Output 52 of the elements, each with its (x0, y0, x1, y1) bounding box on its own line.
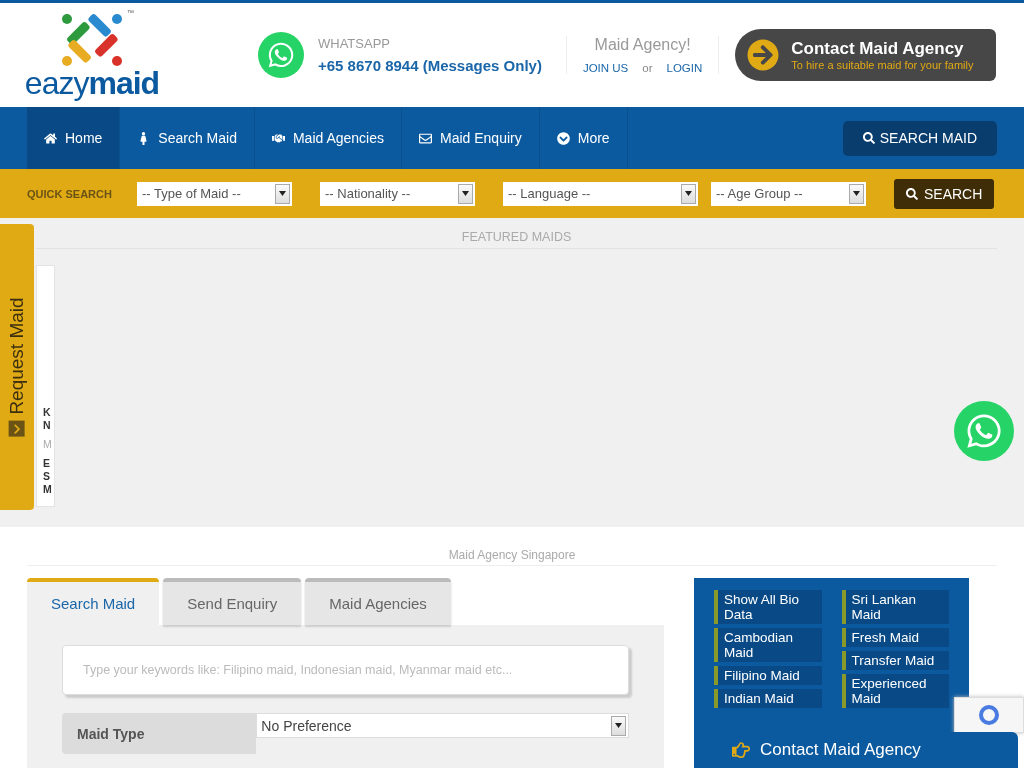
whatsapp-number: +65 8670 8944 (Messages Only) (318, 57, 542, 74)
request-maid-tab[interactable]: Request Maid (0, 224, 34, 510)
section-title: Maid Agency Singapore (448, 548, 576, 562)
tab[interactable]: Maid Agencies (305, 578, 451, 625)
keyword-field[interactable]: Type your keywords like: Filipino maid, Indonesian maid, Myanmar maid etc... (62, 645, 629, 695)
category-link[interactable]: Experienced Maid (841, 674, 949, 708)
select-field[interactable]: -- Nationality -- (320, 181, 475, 206)
caret-icon (279, 191, 286, 196)
login-link[interactable]: LOGIN (666, 62, 703, 74)
card-text: K (43, 406, 52, 419)
select-field[interactable]: -- Type of Maid -- (137, 181, 292, 206)
join-link[interactable]: JOIN US (582, 62, 629, 74)
search-icon (906, 187, 918, 200)
search-maid-button[interactable]: SEARCH MAID (842, 120, 997, 156)
whatsapp-label: WHATSAPP (318, 36, 391, 51)
caret-icon (685, 191, 692, 196)
tab[interactable]: Send Enquiry (163, 578, 302, 625)
field-label: Maid Type (62, 713, 257, 754)
chevron-icon (9, 420, 25, 437)
caret-icon (462, 191, 469, 196)
recaptcha-icon (978, 704, 1000, 726)
card-text: M (43, 438, 53, 451)
caret-icon (853, 191, 860, 196)
card-text: N (43, 419, 52, 432)
select-field[interactable]: -- Age Group -- (711, 181, 866, 206)
logo-text: eazymaid (24, 67, 160, 99)
home-icon (44, 131, 57, 145)
arrow-icon (747, 39, 780, 71)
section-title: FEATURED MAIDS (461, 230, 572, 244)
select-field[interactable]: -- Language -- (503, 181, 698, 206)
maid-type-select[interactable]: No Preference (256, 713, 629, 738)
card-text: S (43, 470, 51, 483)
category-link[interactable]: Filipino Maid (714, 666, 822, 685)
caret-icon (615, 723, 622, 728)
nav-item[interactable]: Home (27, 107, 121, 169)
account-title: Maid Agency! (594, 36, 691, 54)
card-text: E (43, 457, 51, 470)
category-link[interactable]: Indian Maid (714, 689, 822, 708)
card-text: M (43, 483, 53, 496)
maid-card[interactable]: K N M E S M (36, 265, 55, 507)
search-icon (862, 132, 875, 144)
or-text: or (642, 62, 653, 74)
category-link[interactable]: Fresh Maid (841, 628, 949, 647)
category-link[interactable]: Show All Bio Data (714, 590, 822, 624)
category-link[interactable]: Transfer Maid (841, 651, 949, 670)
category-link[interactable]: Cambodian Maid (714, 628, 822, 662)
quick-search-label: QUICK SEARCH (27, 187, 113, 200)
tab[interactable]: Search Maid (27, 578, 160, 625)
category-link[interactable]: Sri Lankan Maid (841, 590, 949, 624)
envelope-icon (419, 131, 432, 145)
search-button[interactable]: SEARCH (894, 178, 995, 209)
contact-agency-button[interactable]: Contact Maid Agency To hire a suitable maid for your family (735, 29, 996, 81)
